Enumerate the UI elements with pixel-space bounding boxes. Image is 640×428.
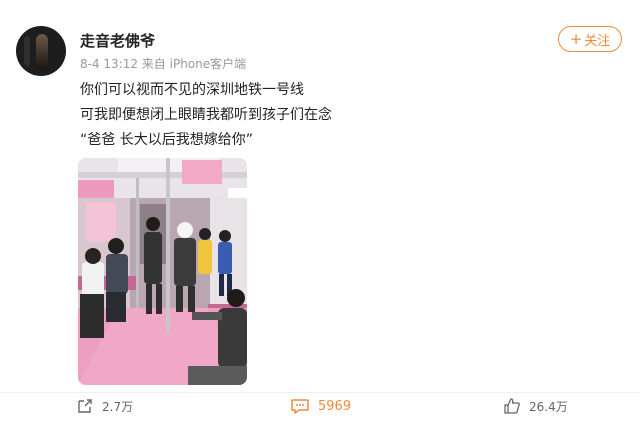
post-text: 你们可以视而不见的深圳地铁一号线 可我即便想闭上眼睛我都听到孩子们在念 “爸爸 … [80, 78, 332, 153]
avatar[interactable] [16, 26, 66, 76]
plus-icon: + [569, 29, 583, 48]
comment-button[interactable]: 5969 [290, 397, 351, 415]
comment-icon [290, 397, 310, 415]
thumbs-up-icon [503, 397, 521, 415]
follow-label: 关注 [584, 33, 611, 49]
avatar-figure [36, 34, 48, 70]
author-name[interactable]: 走音老佛爷 [80, 30, 155, 51]
post-meta: 8-4 13:12 来自 iPhone客户端 [80, 57, 247, 71]
like-count: 26.4万 [529, 399, 568, 414]
post-photo[interactable] [78, 158, 247, 385]
like-button[interactable]: 26.4万 [503, 397, 568, 415]
avatar-shine [24, 36, 30, 66]
post-text-line: 可我即便想闭上眼睛我都听到孩子们在念 [80, 107, 332, 123]
action-divider [0, 392, 640, 393]
post-text-line: 你们可以视而不见的深圳地铁一号线 [80, 82, 304, 98]
follow-button[interactable]: + 关注 [558, 26, 622, 52]
share-button[interactable]: 2.7万 [76, 397, 133, 415]
subway-car-photo [78, 158, 247, 385]
share-icon [76, 397, 94, 415]
post-text-line: “爸爸 长大以后我想嫁给你” [80, 132, 253, 148]
comment-count: 5969 [318, 398, 352, 414]
share-count: 2.7万 [102, 399, 134, 414]
